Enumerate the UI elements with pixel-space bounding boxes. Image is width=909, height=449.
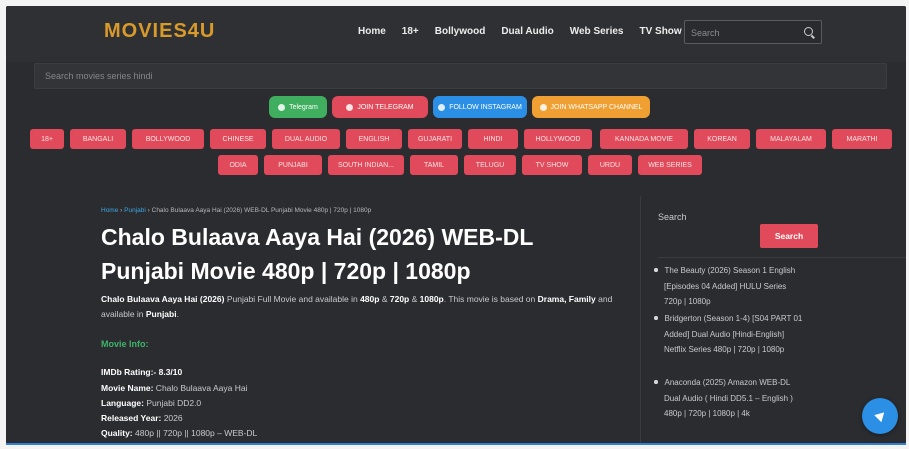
social-label: Telegram	[289, 103, 318, 111]
category-chip[interactable]: MARATHI	[832, 129, 892, 149]
join-whatsapp-button[interactable]: JOIN WHATSAPP CHANNEL	[532, 96, 650, 118]
desc-text: Punjabi Full Movie and available in	[224, 294, 361, 304]
desc-language: Punjabi	[145, 309, 177, 319]
whatsapp-icon	[539, 103, 547, 111]
breadcrumb-home[interactable]: Home	[101, 207, 118, 214]
desc-genres: Drama, Family	[537, 294, 596, 304]
social-label: JOIN WHATSAPP CHANNEL	[550, 103, 643, 111]
site-logo[interactable]: MOVIES4U	[104, 20, 215, 43]
info-language: Language: Punjabi DD2.0	[101, 398, 201, 408]
info-value: Punjabi DD2.0	[143, 398, 202, 408]
category-chip[interactable]: SOUTH INDIAN...	[328, 155, 404, 175]
category-chip[interactable]: GUJARATI	[408, 129, 462, 149]
category-chip[interactable]: URDU	[588, 155, 632, 175]
header-search-input[interactable]	[691, 25, 799, 40]
main-nav: Home 18+ Bollywood Dual Audio Web Series…	[358, 26, 682, 37]
category-chip[interactable]: BOLLYWOOD	[132, 129, 204, 149]
category-chip[interactable]: WEB SERIES	[638, 155, 702, 175]
breadcrumb-category[interactable]: Punjabi	[124, 207, 146, 214]
sidebar-post-title[interactable]: Bridgerton (Season 1-4) [S04 PART 01 Add…	[664, 314, 802, 354]
column-divider	[640, 196, 641, 444]
info-label: Quality:	[101, 428, 133, 438]
nav-home[interactable]: Home	[358, 26, 386, 37]
info-label: Language:	[101, 398, 144, 408]
nav-tv-show[interactable]: TV Show	[639, 26, 681, 37]
category-chip[interactable]: KOREAN	[694, 129, 750, 149]
sidebar-post-item[interactable]: Anaconda (2025) Amazon WEB-DL Dual Audio…	[654, 375, 804, 422]
sidebar-divider	[658, 257, 906, 258]
category-chip[interactable]: TV SHOW	[522, 155, 582, 175]
category-chip[interactable]: ODIA	[218, 155, 258, 175]
category-chip[interactable]: HINDI	[468, 129, 518, 149]
info-released-year: Released Year: 2026	[101, 413, 183, 423]
info-movie-name: Movie Name: Chalo Bulaava Aaya Hai	[101, 383, 247, 393]
info-label: Released Year:	[101, 413, 162, 423]
category-chip[interactable]: TELUGU	[464, 155, 516, 175]
category-chip[interactable]: KANNADA MOVIE	[600, 129, 688, 149]
info-value: Chalo Bulaava Aaya Hai	[153, 383, 248, 393]
sidebar-post-title[interactable]: Anaconda (2025) Amazon WEB-DL Dual Audio…	[664, 378, 793, 418]
nav-18plus[interactable]: 18+	[402, 26, 419, 37]
site-header: MOVIES4U Home 18+ Bollywood Dual Audio W…	[6, 6, 906, 62]
social-label: JOIN TELEGRAM	[357, 103, 414, 111]
sidebar-search-label: Search	[658, 212, 687, 222]
desc-quality: 720p	[389, 294, 410, 304]
bullet-icon	[654, 380, 658, 384]
desc-movie-name: Chalo Bulaava Aaya Hai (2026)	[101, 294, 225, 304]
desc-text: . This movie is based on	[443, 294, 538, 304]
telegram-float-button[interactable]	[862, 398, 898, 434]
sidebar-post-title[interactable]: The Beauty (2026) Season 1 English [Epis…	[664, 266, 795, 306]
sidebar-post-item[interactable]: Bridgerton (Season 1-4) [S04 PART 01 Add…	[654, 311, 804, 358]
follow-instagram-button[interactable]: FOLLOW INSTAGRAM	[433, 96, 527, 118]
telegram-icon	[346, 103, 354, 111]
main-search-input[interactable]	[35, 64, 886, 88]
info-value: 8.3/10	[156, 367, 183, 377]
breadcrumb: Home › Punjabi › Chalo Bulaava Aaya Hai …	[101, 207, 371, 214]
search-icon[interactable]	[804, 27, 813, 36]
info-quality: Quality: 480p || 720p || 1080p – WEB-DL	[101, 428, 257, 438]
category-chip[interactable]: BANGALI	[70, 129, 126, 149]
bullet-icon	[654, 268, 658, 272]
desc-text: .	[176, 309, 179, 319]
breadcrumb-current: Chalo Bulaava Aaya Hai (2026) WEB-DL Pun…	[151, 207, 372, 214]
telegram-icon	[278, 103, 286, 111]
sidebar-search-button[interactable]: Search	[760, 224, 818, 248]
info-label: Movie Name:	[101, 383, 154, 393]
info-imdb-rating: IMDb Rating:- 8.3/10	[101, 367, 182, 377]
movie-description: Chalo Bulaava Aaya Hai (2026) Punjabi Fu…	[101, 292, 631, 322]
page-title: Chalo Bulaava Aaya Hai (2026) WEB-DL Pun…	[101, 224, 534, 284]
info-label: IMDb Rating:-	[101, 367, 157, 377]
category-chip[interactable]: CHINESE	[210, 129, 266, 149]
telegram-button[interactable]: Telegram	[269, 96, 327, 118]
join-telegram-button[interactable]: JOIN TELEGRAM	[332, 96, 428, 118]
desc-text: &	[409, 294, 420, 304]
category-chip[interactable]: HOLLYWOOD	[524, 129, 592, 149]
category-chip[interactable]: DUAL AUDIO	[272, 129, 340, 149]
category-chip[interactable]: TAMIL	[410, 155, 458, 175]
nav-bollywood[interactable]: Bollywood	[435, 26, 486, 37]
header-search	[684, 20, 822, 44]
desc-quality: 1080p	[419, 294, 444, 304]
category-chip[interactable]: 18+	[30, 129, 64, 149]
movie-info-heading: Movie Info:	[101, 339, 149, 349]
browser-viewport: MOVIES4U Home 18+ Bollywood Dual Audio W…	[6, 6, 906, 444]
category-chip[interactable]: ENGLISH	[346, 129, 402, 149]
nav-dual-audio[interactable]: Dual Audio	[501, 26, 553, 37]
info-value: 2026	[161, 413, 183, 423]
info-value: 480p || 720p || 1080p – WEB-DL	[132, 428, 258, 438]
main-search-bar	[34, 63, 887, 89]
instagram-icon	[438, 103, 446, 111]
sidebar-post-item[interactable]: The Beauty (2026) Season 1 English [Epis…	[654, 263, 804, 310]
bullet-icon	[654, 316, 658, 320]
nav-web-series[interactable]: Web Series	[570, 26, 624, 37]
category-chip[interactable]: PUNJABI	[264, 155, 322, 175]
desc-text: &	[379, 294, 390, 304]
desc-quality: 480p	[360, 294, 380, 304]
social-label: FOLLOW INSTAGRAM	[449, 103, 522, 111]
category-chip[interactable]: MALAYALAM	[756, 129, 826, 149]
bottom-border	[6, 443, 906, 445]
